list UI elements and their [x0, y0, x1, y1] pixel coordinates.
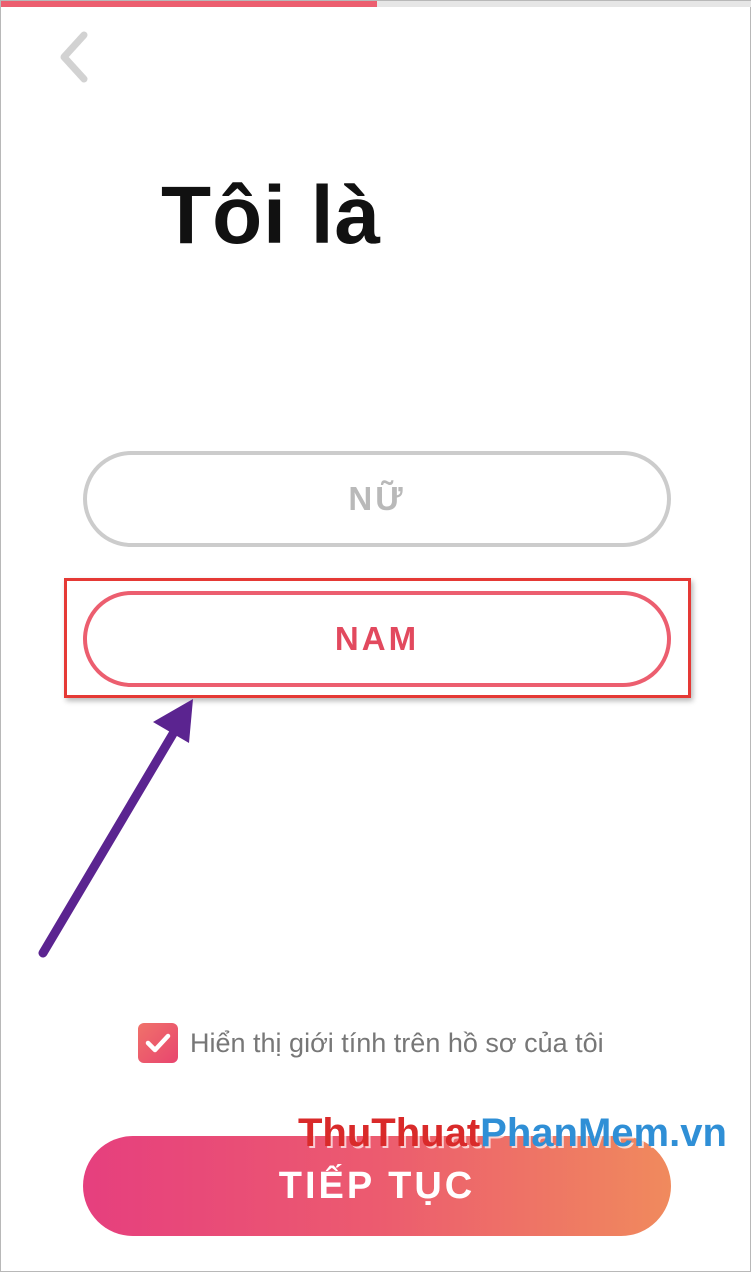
chevron-left-icon [60, 31, 88, 83]
page-title: Tôi là [161, 170, 382, 261]
watermark-part-3: .vn [669, 1111, 727, 1155]
female-option-button[interactable]: NỮ [83, 451, 671, 547]
show-gender-label: Hiển thị giới tính trên hồ sơ của tôi [190, 1027, 604, 1058]
app-screen: Tôi là NỮ NAM Hiển thị giới tính trên hồ… [0, 0, 751, 1272]
continue-button[interactable]: TIẾP TỤC [83, 1136, 671, 1236]
progress-bar-fill [1, 1, 377, 7]
male-option-button[interactable]: NAM [83, 591, 671, 687]
show-gender-checkbox[interactable] [138, 1023, 178, 1063]
progress-bar [1, 1, 751, 7]
show-gender-option[interactable]: Hiển thị giới tính trên hồ sơ của tôi [138, 1023, 604, 1063]
checkmark-icon [145, 1033, 171, 1053]
back-button[interactable] [49, 27, 99, 87]
